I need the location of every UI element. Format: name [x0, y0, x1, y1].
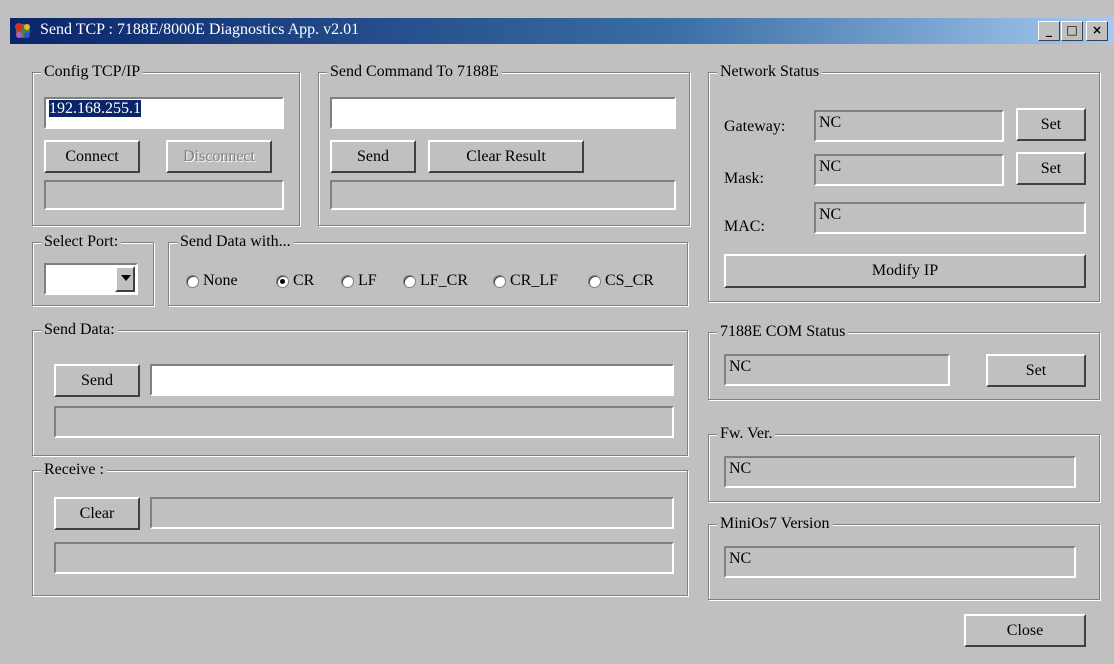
app-icon	[15, 23, 30, 38]
radio-lf[interactable]: LF	[341, 272, 377, 290]
radio-none-label: None	[203, 272, 238, 289]
fw-version-legend: Fw. Ver.	[717, 426, 776, 442]
radio-cr[interactable]: CR	[276, 272, 314, 290]
receive-field	[150, 497, 674, 529]
set-gateway-button[interactable]: Set	[1016, 108, 1086, 141]
minimize-button[interactable]: _	[1038, 21, 1060, 41]
config-tcpip-legend: Config TCP/IP	[41, 64, 144, 80]
send-data-button[interactable]: Send	[54, 364, 140, 397]
clear-receive-button[interactable]: Clear	[54, 497, 140, 530]
gateway-label: Gateway:	[724, 118, 786, 135]
send-command-button[interactable]: Send	[330, 140, 416, 173]
clear-result-button[interactable]: Clear Result	[428, 140, 584, 173]
send-data-with-group: Send Data with...	[168, 234, 688, 306]
radio-lf-cr-indicator[interactable]	[403, 274, 416, 288]
radio-lf-indicator[interactable]	[341, 274, 354, 288]
mac-field: NC	[814, 202, 1086, 234]
minios-version-legend: MiniOs7 Version	[717, 516, 833, 532]
radio-cr-indicator[interactable]	[276, 274, 289, 288]
radio-none-indicator[interactable]	[186, 274, 199, 288]
receive-result-field	[54, 542, 674, 574]
send-data-with-legend: Send Data with...	[177, 234, 294, 250]
close-window-button[interactable]: ×	[1086, 21, 1108, 41]
command-input[interactable]	[330, 97, 676, 129]
radio-cs-cr-label: CS_CR	[605, 272, 654, 289]
fw-version-field: NC	[724, 456, 1076, 488]
config-status-field	[44, 180, 284, 210]
port-select[interactable]	[44, 263, 138, 295]
radio-lf-cr[interactable]: LF_CR	[403, 272, 468, 290]
title-bar[interactable]: Send TCP : 7188E/8000E Diagnostics App. …	[10, 18, 1114, 44]
radio-lf-label: LF	[358, 272, 377, 289]
mac-label: MAC:	[724, 218, 765, 235]
ip-address-value: 192.168.255.1	[49, 100, 141, 117]
send-command-legend: Send Command To 7188E	[327, 64, 502, 80]
mask-label: Mask:	[724, 170, 764, 187]
radio-cs-cr[interactable]: CS_CR	[588, 272, 654, 290]
modify-ip-button[interactable]: Modify IP	[724, 254, 1086, 288]
network-status-legend: Network Status	[717, 64, 823, 80]
close-button[interactable]: Close	[964, 614, 1086, 647]
mask-field: NC	[814, 154, 1004, 186]
command-result-field	[330, 180, 676, 210]
disconnect-button[interactable]: Disconnect	[166, 140, 272, 173]
app-window: Send TCP : 7188E/8000E Diagnostics App. …	[0, 0, 1114, 664]
send-data-result-field	[54, 406, 674, 438]
connect-button[interactable]: Connect	[44, 140, 140, 173]
minios-version-field: NC	[724, 546, 1076, 578]
set-mask-button[interactable]: Set	[1016, 152, 1086, 185]
radio-cr-lf-indicator[interactable]	[493, 274, 506, 288]
com-status-legend: 7188E COM Status	[717, 324, 849, 340]
radio-cr-lf-label: CR_LF	[510, 272, 559, 289]
radio-lf-cr-label: LF_CR	[420, 272, 469, 289]
maximize-button[interactable]: □	[1061, 21, 1083, 41]
send-data-legend: Send Data:	[41, 322, 118, 338]
radio-none[interactable]: None	[186, 272, 238, 290]
receive-legend: Receive :	[41, 462, 107, 478]
select-port-legend: Select Port:	[41, 234, 122, 250]
radio-cr-label: CR	[293, 272, 315, 289]
window-title: Send TCP : 7188E/8000E Diagnostics App. …	[40, 21, 360, 38]
gateway-field: NC	[814, 110, 1004, 142]
radio-cs-cr-indicator[interactable]	[588, 274, 601, 288]
ip-address-field[interactable]: 192.168.255.1	[44, 97, 284, 129]
set-com-button[interactable]: Set	[986, 354, 1086, 387]
send-data-input[interactable]	[150, 364, 674, 396]
chevron-down-icon[interactable]	[115, 266, 135, 292]
radio-cr-lf[interactable]: CR_LF	[493, 272, 558, 290]
com-status-field: NC	[724, 354, 950, 386]
